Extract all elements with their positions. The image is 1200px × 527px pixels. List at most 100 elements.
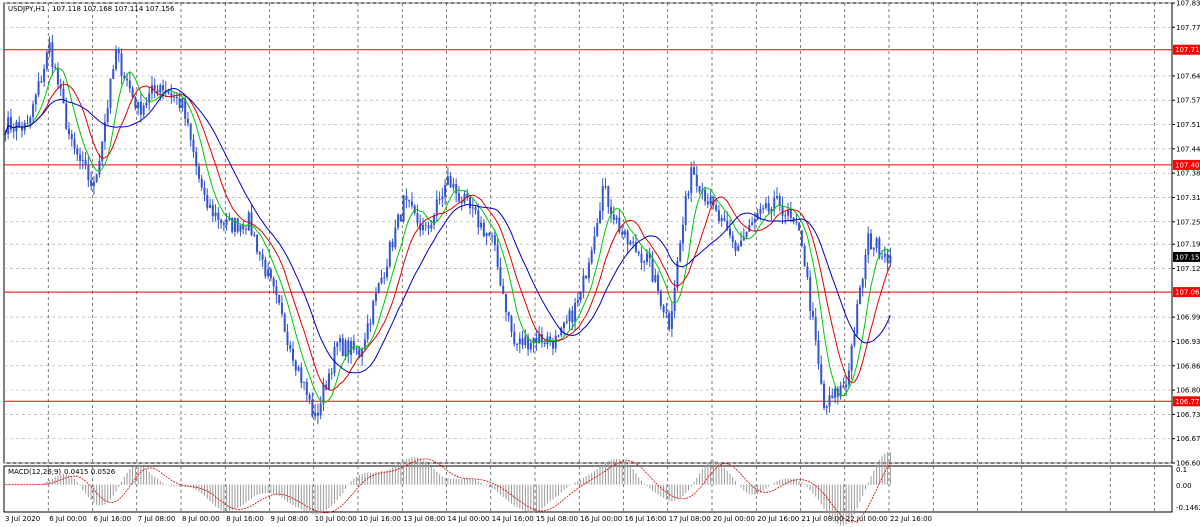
candle-body: [264, 259, 267, 277]
time-axis: 3 Jul 2020 6 Jul 00:00 6 Jul 16:00 7 Jul 08…: [5, 515, 932, 523]
candle-body: [681, 224, 684, 244]
time-tick-label: 13 Jul 08:00: [403, 515, 445, 523]
candle-body: [283, 314, 286, 332]
candle-body: [670, 311, 673, 329]
candle-body: [308, 394, 311, 400]
candle-body: [698, 186, 701, 192]
candle-body: [845, 384, 848, 388]
candle-body: [751, 222, 754, 226]
candle-body: [607, 186, 610, 207]
candle-body: [84, 159, 87, 166]
candle-body: [222, 223, 225, 225]
candle-body: [233, 218, 236, 232]
candle-body: [557, 335, 560, 337]
price-tick-label: 106.930: [1176, 338, 1200, 346]
candle-body: [446, 176, 449, 185]
candle-body: [92, 181, 95, 187]
candle-body: [253, 234, 256, 236]
candle-body: [704, 189, 707, 202]
candle-body: [858, 287, 861, 305]
candle-body: [427, 225, 430, 229]
candle-body: [693, 167, 696, 175]
candle-body: [504, 293, 507, 313]
time-tick-label: 10 Jul 00:00: [315, 515, 357, 523]
candle-body: [640, 253, 643, 263]
candle-body: [12, 129, 15, 132]
candle-body: [516, 344, 519, 346]
candle-body: [424, 225, 427, 227]
candle-body: [576, 300, 579, 303]
candle-body: [139, 101, 142, 115]
candle-body: [153, 85, 156, 90]
candle-body: [90, 180, 93, 187]
candle-body: [629, 241, 632, 245]
candle-body: [662, 305, 665, 313]
candle-body: [762, 207, 765, 209]
candle-body: [45, 52, 48, 69]
candle-body: [800, 230, 803, 246]
level-tag-label: 106.770: [1175, 398, 1200, 406]
candle-body: [314, 412, 317, 417]
candle-body: [510, 315, 513, 332]
candle-body: [200, 178, 203, 188]
candle-body: [861, 279, 864, 288]
candle-body: [67, 128, 70, 135]
candle-body: [817, 340, 820, 365]
candle-body: [225, 220, 228, 225]
candle-body: [126, 78, 129, 81]
candle-body: [491, 235, 494, 237]
time-tick-label: 8 Jul 16:00: [226, 515, 264, 523]
price-axis: 107.835 107.770 107.640 107.575 107.510 107.4…: [1172, 0, 1200, 468]
candle-body: [709, 197, 712, 205]
candle-body: [585, 275, 588, 279]
time-tick-label: 6 Jul 00:00: [49, 515, 87, 523]
candle-body: [587, 262, 590, 279]
candle-body: [831, 395, 834, 398]
candle-body: [145, 102, 148, 106]
time-tick-label: 6 Jul 16:00: [94, 515, 132, 523]
candle-body: [272, 278, 275, 287]
candle-body: [112, 69, 115, 79]
candle-body: [109, 78, 112, 108]
macd-label: MACD(12,26,9): [8, 468, 61, 476]
candle-body: [449, 176, 452, 188]
candle-body: [657, 275, 660, 291]
candle-body: [734, 241, 737, 251]
candle-body: [554, 335, 557, 349]
chart-ohlc: 107.118 107.168 107.114 107.156: [52, 5, 175, 13]
candle-body: [773, 198, 776, 209]
time-tick-label: 16 Jul 16:00: [625, 515, 667, 523]
candle-body: [120, 53, 123, 76]
macd-axis-label: 0.00: [1176, 482, 1192, 490]
candle-body: [117, 49, 120, 54]
candle-body: [316, 412, 319, 416]
candle-body: [524, 336, 527, 345]
candle-body: [870, 233, 873, 250]
candle-body: [850, 345, 853, 371]
candle-body: [43, 68, 46, 82]
time-tick-label: 22 Jul 16:00: [890, 515, 932, 523]
candle-body: [596, 222, 599, 237]
candle-body: [455, 183, 458, 194]
candle-body: [430, 224, 433, 229]
candle-body: [883, 253, 886, 257]
candle-body: [394, 227, 397, 248]
candle-body: [563, 322, 566, 329]
candle-body: [405, 195, 408, 201]
candle-body: [775, 196, 778, 199]
candle-body: [806, 266, 809, 277]
macd-axis-label: 0.1: [1176, 466, 1187, 474]
candle-body: [590, 250, 593, 263]
candle-body: [87, 165, 90, 181]
candle-body: [267, 269, 270, 277]
candle-body: [834, 388, 837, 398]
candle-body: [297, 367, 300, 371]
candle-body: [715, 205, 718, 211]
candle-body: [128, 80, 131, 89]
candle-body: [482, 222, 485, 237]
candle-body: [269, 269, 272, 279]
candle-body: [842, 385, 845, 388]
time-tick-label: 10 Jul 16:00: [359, 515, 401, 523]
candle-body: [156, 89, 159, 93]
candle-body: [391, 241, 394, 248]
